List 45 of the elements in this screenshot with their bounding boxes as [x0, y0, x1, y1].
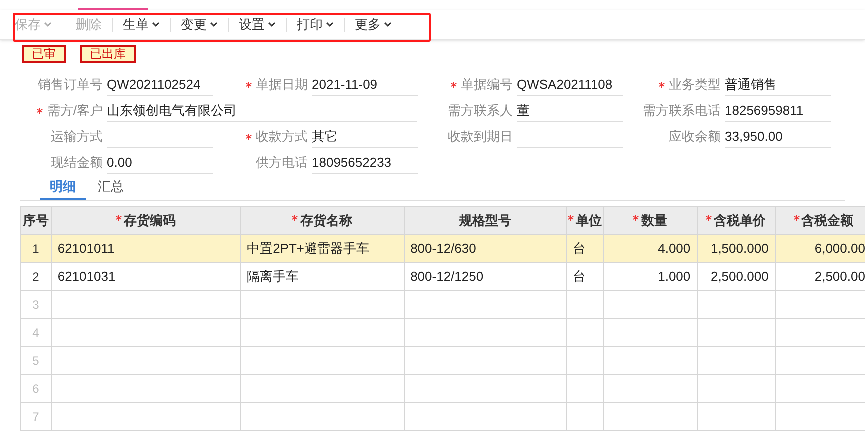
field-label: 单据编号: [461, 76, 513, 94]
detail-tab[interactable]: 汇总: [88, 176, 134, 200]
toolbar-button[interactable]: 变更: [181, 14, 218, 34]
field-label: 供方电话: [256, 154, 308, 172]
input-field[interactable]: 2021-11-09: [312, 74, 418, 96]
toolbar-button[interactable]: 生单: [123, 14, 160, 34]
column-header: 数量: [604, 206, 698, 234]
field-label: 业务类型: [669, 76, 721, 94]
field-label: 收款到期日: [448, 128, 513, 146]
column-header: 存货名称: [240, 206, 404, 234]
input-field[interactable]: QWSA20211108: [517, 74, 623, 96]
row-number: 7: [20, 402, 52, 430]
input-field[interactable]: 33,950.00: [725, 126, 831, 148]
input-field[interactable]: 18256959811: [725, 100, 831, 122]
toolbar-button[interactable]: 设置: [239, 14, 276, 34]
column-header: 单位: [566, 206, 604, 234]
input-field[interactable]: 18095652233: [312, 152, 418, 174]
column-header: 含税金额: [775, 206, 865, 234]
input-field[interactable]: 0.00: [107, 152, 213, 174]
toolbar-button[interactable]: 更多: [355, 14, 392, 34]
input-field[interactable]: 董: [517, 100, 623, 122]
active-tab-indicator: [78, 8, 148, 10]
column-header: 规格型号: [404, 206, 567, 234]
status-stamp: 已出库: [80, 45, 136, 63]
status-stamp: 已审: [22, 45, 66, 63]
field-label: 现结金额: [51, 154, 103, 172]
table-row[interactable]: 1 62101011 中置2PT+避雷器手车 800-12/630 台 4.000 1,500.000 6,000.00: [20, 234, 865, 262]
detail-tab[interactable]: 明细: [40, 176, 86, 200]
column-header: 含税单价: [697, 206, 776, 234]
column-header: 存货编码: [51, 206, 241, 234]
toolbar-button[interactable]: 打印: [297, 14, 334, 34]
field-label: 收款方式: [256, 128, 308, 146]
field-label: 单据日期: [256, 76, 308, 94]
field-label: 应收余额: [669, 128, 721, 146]
input-field[interactable]: 普通销售: [725, 74, 831, 96]
field-label: 需方联系人: [448, 102, 513, 120]
field-label: 销售订单号: [38, 76, 103, 94]
field-label: 需方联系电话: [643, 102, 721, 120]
input-field[interactable]: QW2021102524: [107, 74, 213, 96]
table-row[interactable]: 2 62101031 隔离手车 800-12/1250 台 1.000 2,500.000 2,500.00: [20, 262, 865, 290]
field-label: 运输方式: [51, 128, 103, 146]
column-header: 序号: [20, 206, 52, 234]
input-field[interactable]: 山东领创电气有限公司: [107, 100, 417, 122]
field-label: 需方/客户: [47, 102, 103, 120]
input-field[interactable]: 其它: [312, 126, 418, 148]
